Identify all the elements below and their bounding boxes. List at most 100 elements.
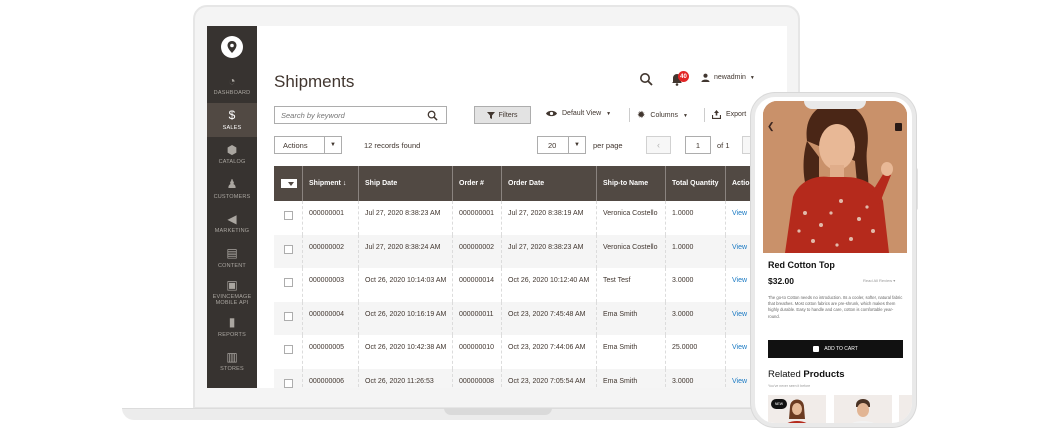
table-cell: 000000006 — [303, 368, 359, 388]
sidebar-item-label: EVINCEMAGE MOBILE API — [212, 294, 252, 307]
table-cell: Oct 26, 2020 10:16:19 AM — [359, 301, 453, 335]
sidebar-item-marketing[interactable]: ◀ MARKETING — [207, 206, 257, 241]
table-cell: Jul 27, 2020 8:38:23 AM — [359, 201, 453, 235]
related-product-thumb[interactable] — [834, 395, 892, 423]
related-bold: Products — [803, 369, 845, 380]
row-checkbox[interactable] — [284, 278, 293, 287]
keyword-search — [274, 106, 447, 124]
gear-icon: ✹ — [637, 110, 646, 121]
table-cell: 25.0000 — [666, 335, 726, 369]
table-cell: Oct 26, 2020 10:42:38 AM — [359, 335, 453, 369]
filters-button[interactable]: Filters — [474, 106, 531, 124]
row-select-cell — [274, 335, 303, 369]
table-cell: Ema Smith — [597, 368, 666, 388]
global-search-icon[interactable] — [639, 72, 653, 86]
reviews-link-label: Read All Review — [863, 278, 893, 283]
sidebar-item-dashboard[interactable]: ◔ DASHBOARD — [207, 68, 257, 103]
search-icon[interactable] — [427, 110, 438, 121]
table-cell: 000000014 — [453, 268, 502, 302]
person-icon: ♟ — [226, 177, 238, 192]
user-menu[interactable]: newadmin ▼ — [701, 73, 755, 82]
table-row: 000000002 Jul 27, 2020 8:38:24 AM 00000000… — [274, 234, 787, 268]
table-cell: Jul 27, 2020 8:38:19 AM — [502, 201, 597, 235]
column-header[interactable]: Shipment ↓ — [303, 166, 359, 201]
table-row: 000000005 Oct 26, 2020 10:42:38 AM 0000000… — [274, 335, 787, 369]
shopping-bag-icon[interactable] — [895, 123, 902, 131]
sidebar-item-stores[interactable]: ▥ STORES — [207, 344, 257, 379]
per-page-select[interactable]: 20 ▼ — [537, 136, 586, 154]
sidebar-item-label: CATALOG — [218, 159, 246, 166]
table-cell: 000000001 — [303, 201, 359, 235]
back-arrow-icon[interactable]: ❮ — [767, 121, 775, 132]
row-checkbox[interactable] — [284, 211, 293, 220]
sidebar-item-label: STORES — [220, 366, 244, 373]
column-header[interactable]: Total Quantity — [666, 166, 726, 201]
column-header[interactable]: Ship-to Name — [597, 166, 666, 201]
bar-chart-icon: ▮ — [228, 315, 236, 330]
table-cell: 000000005 — [303, 335, 359, 369]
row-select-cell — [274, 301, 303, 335]
columns-label: Columns — [650, 112, 679, 119]
table-row: 000000001 Jul 27, 2020 8:38:23 AM 00000000… — [274, 201, 787, 235]
mobile-api-icon: ▣ — [226, 277, 238, 292]
table-cell: 3.0000 — [666, 268, 726, 302]
row-checkbox[interactable] — [284, 345, 293, 354]
bag-icon — [813, 346, 820, 352]
logo-icon — [221, 36, 243, 58]
actions-label: Actions — [283, 140, 308, 150]
sidebar-item-content[interactable]: ▤ CONTENT — [207, 241, 257, 276]
column-header[interactable]: Order Date — [502, 166, 597, 201]
table-row: 000000006 Oct 26, 2020 11:26:53 000000008 O… — [274, 368, 787, 388]
page-title: Shipments — [274, 72, 355, 91]
related-product-thumb[interactable] — [899, 395, 912, 423]
table-cell: Oct 26, 2020 11:26:53 — [359, 368, 453, 388]
column-header[interactable]: Order # — [453, 166, 502, 201]
sidebar-item-sales[interactable]: $ SALES — [207, 102, 257, 137]
table-cell: Ema Smith — [597, 301, 666, 335]
view-switcher[interactable]: Default View ▼ — [546, 110, 611, 117]
model-photo — [763, 101, 907, 253]
page-total: of 1 — [717, 141, 730, 150]
new-badge: NEW — [771, 399, 787, 409]
row-select-cell — [274, 234, 303, 268]
page-number-input[interactable]: 1 — [685, 136, 711, 154]
layout-icon: ▤ — [226, 246, 238, 261]
sidebar-item-customers[interactable]: ♟ CUSTOMERS — [207, 172, 257, 207]
related-subtitle: You've never seen it before — [768, 384, 811, 388]
table-cell: 3.0000 — [666, 368, 726, 388]
previous-page-button[interactable]: ‹ — [646, 136, 671, 154]
table-cell: 000000011 — [453, 301, 502, 335]
columns-control[interactable]: ✹ Columns ▼ — [637, 110, 688, 121]
row-checkbox[interactable] — [284, 378, 293, 388]
table-cell: 000000003 — [303, 268, 359, 302]
sidebar-item-catalog[interactable]: ⬢ CATALOG — [207, 137, 257, 172]
sidebar-item-evincemage-mobile-api[interactable]: ▣ EVINCEMAGE MOBILE API — [207, 275, 257, 310]
chevron-left-icon: ‹ — [657, 140, 660, 150]
logo[interactable] — [207, 26, 257, 68]
sidebar-item-reports[interactable]: ▮ REPORTS — [207, 310, 257, 345]
table-cell: Ema Smith — [597, 335, 666, 369]
search-input[interactable] — [281, 110, 421, 120]
column-header[interactable]: Ship Date — [359, 166, 453, 201]
row-checkbox[interactable] — [284, 244, 293, 254]
table-cell: 000000002 — [453, 234, 502, 268]
table-cell: 000000004 — [303, 301, 359, 335]
mass-actions-select[interactable]: Actions ▼ — [274, 136, 342, 154]
select-all-column[interactable] — [274, 166, 303, 201]
row-checkbox[interactable] — [284, 311, 293, 321]
table-cell: Oct 26, 2020 10:12:40 AM — [502, 268, 597, 302]
add-to-cart-button[interactable]: ADD TO CART — [768, 340, 903, 358]
chevron-down-icon: ▼ — [568, 137, 585, 153]
related-prefix: Related — [768, 369, 801, 380]
sidebar-nav: ◔ DASHBOARD $ SALES ⬢ CATALOG ♟ CUSTOMERS ◀ MARKE… — [207, 68, 257, 379]
read-reviews-link[interactable]: Read All Review ▾ — [863, 278, 895, 283]
chevron-down-icon: ▼ — [324, 137, 341, 153]
export-control[interactable]: Export — [712, 110, 746, 119]
table-cell: Test Tesf — [597, 268, 666, 302]
product-description: The go-to Cotton needs no introduction. … — [768, 295, 903, 319]
mass-select-checkbox[interactable] — [281, 179, 297, 188]
table-cell: 1.0000 — [666, 201, 726, 235]
table-cell: 000000010 — [453, 335, 502, 369]
grid-body: 000000001 Jul 27, 2020 8:38:23 AM 00000000… — [274, 201, 787, 388]
laptop-notch — [444, 408, 552, 415]
